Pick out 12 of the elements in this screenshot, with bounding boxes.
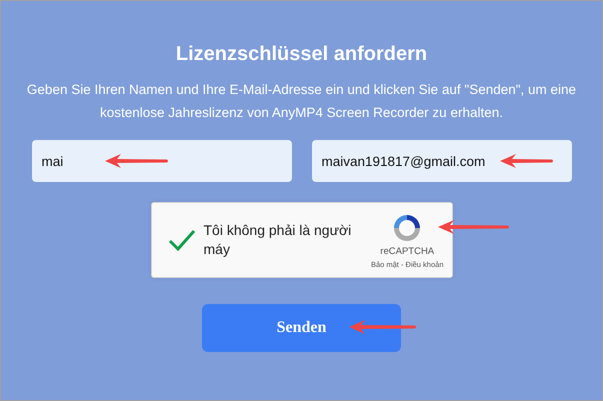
description: Geben Sie Ihren Namen und Ihre E-Mail-Adresse ein und klicken Sie auf "Senden", um eine kostenlose Jahreslizenz von AnyMP4 Screen Recorder zu erhalten.: [26, 81, 578, 122]
checkmark-icon[interactable]: [168, 229, 196, 251]
arrow-icon: [349, 320, 417, 334]
dialog-title: Lizenzschlüssel anfordern: [176, 43, 428, 66]
recaptcha-label: reCAPTCHA: [380, 246, 434, 256]
arrow-icon: [104, 154, 168, 168]
send-button[interactable]: Senden: [202, 304, 401, 352]
captcha-label: Tôi không phải là người máy: [204, 221, 352, 259]
input-field[interactable]: mai: [32, 140, 292, 182]
arrow-icon: [438, 220, 510, 234]
input-field[interactable]: maivan191817@gmail.com: [312, 140, 572, 182]
arrow-icon: [500, 154, 554, 168]
